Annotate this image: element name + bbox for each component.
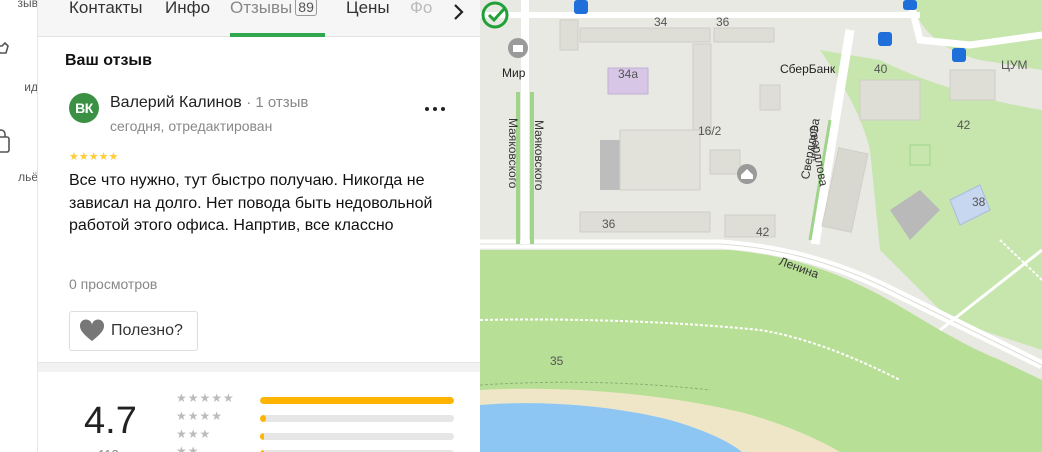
sidebar-item-label: зыв <box>17 0 38 10</box>
rating-distribution-row: ★★★★★ <box>176 391 466 407</box>
house-number: 34а <box>618 67 639 81</box>
useful-button[interactable]: Полезно? <box>69 311 198 351</box>
distribution-fill <box>260 415 266 422</box>
tab-label: Контакты <box>69 0 143 17</box>
more-options-icon[interactable] <box>423 99 447 115</box>
tab-bar: Контакты Инфо Отзывы 89 Цены Фо <box>38 0 480 37</box>
distribution-bar <box>260 433 454 440</box>
tab-label: Цены <box>346 0 390 17</box>
rating-distribution-row: ★★★ <box>176 427 466 443</box>
distribution-fill <box>260 433 264 440</box>
section-divider <box>38 362 480 372</box>
avatar[interactable]: ВК <box>69 93 99 123</box>
section-title: Ваш отзыв <box>65 52 152 69</box>
review-date: сегодня, отредактирован <box>110 118 273 134</box>
review-text: Все что нужно, тут быстро получаю. Никог… <box>69 172 433 234</box>
bag-icon[interactable] <box>0 128 22 154</box>
house-number: 40 <box>874 62 888 76</box>
tab-contacts[interactable]: Контакты <box>69 0 142 34</box>
review-rating-stars: ★★★★★ <box>69 151 118 163</box>
sidebar-item-label: льё <box>18 170 38 184</box>
star-icon: ★ <box>98 151 109 163</box>
sidebar-item-label: ид <box>24 80 38 94</box>
useful-label: Полезно? <box>111 322 183 339</box>
tab-label: Фо <box>410 0 433 17</box>
star-row-icon: ★★ <box>176 444 200 452</box>
map-label-sberbank[interactable]: СберБанк <box>780 62 835 76</box>
pin-star-icon[interactable] <box>0 42 22 68</box>
tab-photos[interactable]: Фо <box>410 0 432 34</box>
tab-prices[interactable]: Цены <box>346 0 390 34</box>
star-icon: ★ <box>108 151 119 163</box>
map-view[interactable]: Мир СберБанк ЦУМ Маяковского Маяковского… <box>480 0 1042 452</box>
cinema-icon[interactable] <box>506 36 530 64</box>
star-icon: ★ <box>69 151 79 163</box>
street-label-mayakovskogo: Маяковского <box>532 120 546 191</box>
star-row-icon: ★★★★★ <box>176 391 235 405</box>
left-sidebar: зыв ид льё <box>0 0 38 452</box>
tab-label: Инфо <box>165 0 211 17</box>
reviews-count-badge: 89 <box>295 0 317 16</box>
active-tab-indicator <box>230 33 325 37</box>
sidebar-item-reviews[interactable]: зыв <box>0 0 38 10</box>
house-number: 34 <box>654 15 668 29</box>
house-number: 38 <box>972 195 986 209</box>
star-row-icon: ★★★ <box>176 427 212 441</box>
tab-label: Отзывы <box>230 0 293 17</box>
star-icon: ★ <box>88 151 99 163</box>
rating-distribution-row: ★★★★ <box>176 409 466 425</box>
sidebar-item-type[interactable]: ид <box>0 80 38 94</box>
distribution-bar <box>260 397 454 404</box>
review-views: 0 просмотров <box>69 276 158 292</box>
home-poi-icon[interactable] <box>736 163 758 185</box>
house-number: 42 <box>756 225 770 239</box>
rating-count: 112 <box>98 447 119 452</box>
star-icon: ★ <box>78 151 89 163</box>
map-label-tsum[interactable]: ЦУМ <box>1001 58 1028 72</box>
author-name[interactable]: Валерий Калинов <box>110 94 242 111</box>
star-row-icon: ★★★★ <box>176 409 224 423</box>
distribution-bar <box>260 415 454 422</box>
house-number: 36 <box>602 217 616 231</box>
map-label-mir[interactable]: Мир <box>502 66 525 80</box>
house-number: 36 <box>716 15 730 29</box>
author-review-count: · 1 отзыв <box>246 94 309 111</box>
chevron-right-icon[interactable] <box>448 2 468 22</box>
tab-info[interactable]: Инфо <box>165 0 210 34</box>
sidebar-item-linen[interactable]: льё <box>0 170 38 184</box>
review-author: Валерий Калинов · 1 отзыв <box>110 94 308 112</box>
house-number: 35 <box>550 354 564 368</box>
distribution-fill <box>260 397 454 404</box>
overall-rating: 4.7 <box>84 400 137 442</box>
heart-icon <box>79 319 105 341</box>
house-number: 42 <box>957 118 971 132</box>
house-number: 16/2 <box>698 124 722 138</box>
street-label-mayakovskogo: Маяковского <box>506 118 520 189</box>
tab-reviews[interactable]: Отзывы 89 <box>230 0 317 34</box>
rating-distribution-row: ★★ <box>176 444 466 452</box>
place-panel: Контакты Инфо Отзывы 89 Цены Фо Ваш отзыв… <box>38 0 480 452</box>
sberbank-logo-icon[interactable] <box>480 0 510 30</box>
